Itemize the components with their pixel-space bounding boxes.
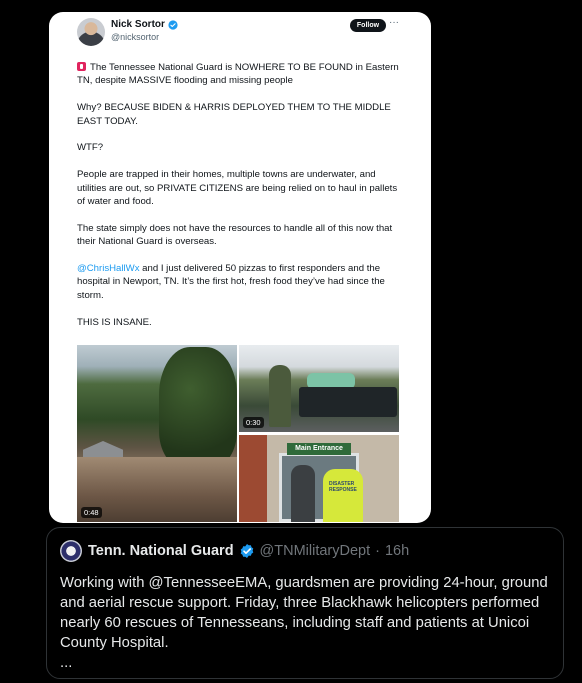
vest-text: DISASTER RESPONSE <box>329 481 357 493</box>
police-light-icon <box>77 62 86 71</box>
quoted-post-text: Working with @TennesseeEMA, guardsmen ar… <box>60 573 555 673</box>
quoted-post[interactable]: Tenn. National Guard @TNMilitaryDept · 1… <box>46 527 564 679</box>
separator-dot: · <box>375 543 380 559</box>
truck-video-thumbnail[interactable]: 0:30 <box>239 345 399 432</box>
person-graphic <box>291 465 315 522</box>
video-duration: 0:30 <box>243 417 264 428</box>
mention-link[interactable]: @ChrisHallWx <box>77 263 140 274</box>
tweet-paragraph: @ChrisHallWx and I just delivered 50 piz… <box>77 263 385 301</box>
flood-video-thumbnail[interactable]: 0:48 <box>77 345 237 522</box>
brick-wall-graphic <box>239 435 267 522</box>
quoted-post-header: Tenn. National Guard @TNMilitaryDept · 1… <box>88 543 409 559</box>
tweet-paragraph: THIS IS INSANE. <box>77 316 152 328</box>
post-timestamp[interactable]: 16h <box>385 543 409 559</box>
author-handle[interactable]: @TNMilitaryDept <box>260 543 371 559</box>
entrance-sign: Main Entrance <box>287 443 351 455</box>
more-options-icon[interactable]: ··· <box>389 17 399 28</box>
quoted-post-body: Working with @TennesseeEMA, guardsmen ar… <box>60 575 548 651</box>
verified-badge-icon <box>168 19 178 30</box>
author-name[interactable]: Tenn. National Guard <box>88 543 234 559</box>
embedded-tweet-screenshot[interactable]: Nick Sortor @nicksortor Follow ··· The T… <box>49 12 431 523</box>
hospital-entrance-photo[interactable]: Main Entrance DISASTER RESPONSE <box>239 435 399 522</box>
tweet-paragraph: WTF? <box>77 142 104 154</box>
follow-button[interactable]: Follow <box>350 19 386 32</box>
video-duration: 0:48 <box>81 507 102 518</box>
author-name[interactable]: Nick Sortor <box>111 19 165 30</box>
truncation-ellipsis[interactable]: ... <box>60 653 555 673</box>
avatar[interactable] <box>60 540 82 562</box>
verified-badge-icon <box>240 544 253 558</box>
person-in-vest-graphic: DISASTER RESPONSE <box>323 469 363 522</box>
author-handle[interactable]: @nicksortor <box>111 32 159 42</box>
tree-graphic <box>159 347 237 467</box>
author-row: Nick Sortor <box>111 19 178 30</box>
tweet-body: The Tennessee National Guard is NOWHERE … <box>77 61 407 342</box>
tweet-paragraph: People are trapped in their homes, multi… <box>77 169 398 208</box>
tweet-paragraph: The state simply does not have the resou… <box>77 222 393 248</box>
truck-graphic <box>299 387 397 417</box>
tweet-paragraph: Why? BECAUSE BIDEN & HARRIS DEPLOYED THE… <box>77 102 391 127</box>
avatar[interactable] <box>77 18 105 46</box>
person-graphic <box>269 365 291 427</box>
media-grid: 0:48 0:30 Main Entrance DISASTER RESPONS… <box>77 345 399 522</box>
tweet-paragraph: The Tennessee National Guard is NOWHERE … <box>77 62 399 87</box>
